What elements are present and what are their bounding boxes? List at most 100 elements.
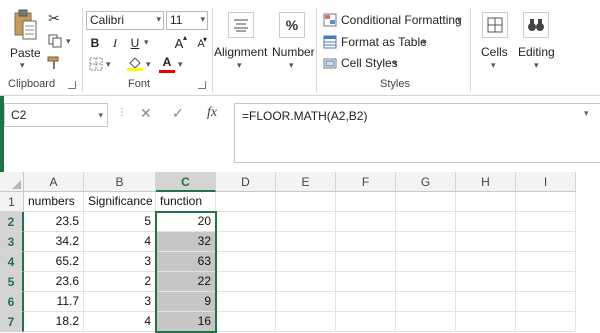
decrease-font-size-button[interactable]: A <box>192 35 210 53</box>
cell-styles-icon[interactable] <box>322 55 338 71</box>
cell-e7[interactable] <box>276 312 336 332</box>
cell-f6[interactable] <box>336 292 396 312</box>
cell-b6[interactable]: 3 <box>84 292 156 312</box>
number-format-icon[interactable]: % <box>279 12 305 38</box>
font-dialog-launcher-icon[interactable] <box>198 81 206 89</box>
cancel-icon[interactable]: ✕ <box>140 105 152 122</box>
chevron-down-icon[interactable]: ▾ <box>584 108 589 119</box>
find-binoculars-icon[interactable] <box>523 12 549 38</box>
column-header-c[interactable]: C <box>156 172 216 192</box>
cell-d6[interactable] <box>216 292 276 312</box>
cell-d1[interactable] <box>216 192 276 212</box>
editing-dropdown-icon[interactable]: ▾ <box>534 60 539 71</box>
formula-input[interactable]: =FLOOR.MATH(A2,B2) <box>234 103 600 163</box>
borders-dropdown-icon[interactable]: ▾ <box>106 59 111 70</box>
font-color-dropdown-icon[interactable]: ▾ <box>178 59 183 70</box>
row-header-1[interactable]: 1 <box>0 192 24 212</box>
cell-a5[interactable]: 23.6 <box>24 272 84 292</box>
cell-b5[interactable]: 2 <box>84 272 156 292</box>
cell-c6[interactable]: 9 <box>156 292 216 312</box>
formula-bar-grip-icon[interactable]: ⋮ <box>117 107 127 118</box>
cell-b1[interactable]: Significance <box>84 192 156 212</box>
bold-button[interactable]: B <box>86 34 104 52</box>
cell-d5[interactable] <box>216 272 276 292</box>
cell-d7[interactable] <box>216 312 276 332</box>
font-name-select[interactable]: Calibri ▾ <box>86 11 164 30</box>
cell-g3[interactable] <box>396 232 456 252</box>
cell-g6[interactable] <box>396 292 456 312</box>
cell-g4[interactable] <box>396 252 456 272</box>
number-dropdown-icon[interactable]: ▾ <box>289 60 294 71</box>
cell-d4[interactable] <box>216 252 276 272</box>
cells-dropdown-icon[interactable]: ▾ <box>491 60 496 71</box>
format-painter-icon[interactable] <box>46 55 62 71</box>
format-as-table-icon[interactable] <box>322 34 338 50</box>
cell-e2[interactable] <box>276 212 336 232</box>
cell-i6[interactable] <box>516 292 576 312</box>
font-color-button[interactable]: A <box>158 53 176 71</box>
row-header-3[interactable]: 3 <box>0 232 24 252</box>
cells-label[interactable]: Cells <box>481 45 508 59</box>
copy-icon[interactable] <box>46 33 66 49</box>
cell-a3[interactable]: 34.2 <box>24 232 84 252</box>
cell-f4[interactable] <box>336 252 396 272</box>
cell-a7[interactable]: 18.2 <box>24 312 84 332</box>
italic-button[interactable]: I <box>106 34 124 52</box>
row-header-7[interactable]: 7 <box>0 312 24 332</box>
fill-color-dropdown-icon[interactable]: ▾ <box>146 59 151 70</box>
cell-g1[interactable] <box>396 192 456 212</box>
cell-a2[interactable]: 23.5 <box>24 212 84 232</box>
cell-a6[interactable]: 11.7 <box>24 292 84 312</box>
cell-h3[interactable] <box>456 232 516 252</box>
cut-icon[interactable]: ✂ <box>46 10 62 26</box>
copy-dropdown-icon[interactable]: ▾ <box>66 36 71 47</box>
cell-f5[interactable] <box>336 272 396 292</box>
column-header-i[interactable]: I <box>516 172 576 192</box>
cell-styles-dropdown-icon[interactable]: ▾ <box>393 58 398 69</box>
select-all-button[interactable] <box>0 172 24 192</box>
row-header-6[interactable]: 6 <box>0 292 24 312</box>
format-as-table-dropdown-icon[interactable]: ▾ <box>422 37 427 48</box>
enter-icon[interactable]: ✓ <box>172 105 184 122</box>
cell-a4[interactable]: 65.2 <box>24 252 84 272</box>
cell-b3[interactable]: 4 <box>84 232 156 252</box>
cell-f1[interactable] <box>336 192 396 212</box>
cell-b7[interactable]: 4 <box>84 312 156 332</box>
fill-color-icon[interactable] <box>126 54 144 72</box>
cell-h6[interactable] <box>456 292 516 312</box>
row-header-5[interactable]: 5 <box>0 272 24 292</box>
underline-button[interactable]: U <box>126 34 144 52</box>
cells-icon[interactable] <box>482 12 508 38</box>
cell-c7[interactable]: 16 <box>156 312 216 332</box>
font-size-select[interactable]: 11 ▾ <box>166 11 208 30</box>
cell-c5[interactable]: 22 <box>156 272 216 292</box>
column-header-a[interactable]: A <box>24 172 84 192</box>
cell-f7[interactable] <box>336 312 396 332</box>
column-header-h[interactable]: H <box>456 172 516 192</box>
cell-a1[interactable]: numbers <box>24 192 84 212</box>
cell-f3[interactable] <box>336 232 396 252</box>
cell-h1[interactable] <box>456 192 516 212</box>
cell-h4[interactable] <box>456 252 516 272</box>
cell-b4[interactable]: 3 <box>84 252 156 272</box>
cell-i2[interactable] <box>516 212 576 232</box>
column-header-e[interactable]: E <box>276 172 336 192</box>
paste-dropdown-icon[interactable]: ▾ <box>20 60 25 71</box>
editing-label[interactable]: Editing <box>518 45 555 59</box>
conditional-formatting-button[interactable]: Conditional Formatting <box>341 13 462 27</box>
cell-i4[interactable] <box>516 252 576 272</box>
number-label[interactable]: Number <box>272 45 315 59</box>
cell-i7[interactable] <box>516 312 576 332</box>
column-header-g[interactable]: G <box>396 172 456 192</box>
column-header-f[interactable]: F <box>336 172 396 192</box>
cell-f2[interactable] <box>336 212 396 232</box>
cell-h7[interactable] <box>456 312 516 332</box>
cell-d2[interactable] <box>216 212 276 232</box>
cell-i5[interactable] <box>516 272 576 292</box>
cell-c3[interactable]: 32 <box>156 232 216 252</box>
cell-d3[interactable] <box>216 232 276 252</box>
cell-i3[interactable] <box>516 232 576 252</box>
paste-icon[interactable] <box>12 8 38 42</box>
cell-c4[interactable]: 63 <box>156 252 216 272</box>
row-header-2[interactable]: 2 <box>0 212 24 232</box>
